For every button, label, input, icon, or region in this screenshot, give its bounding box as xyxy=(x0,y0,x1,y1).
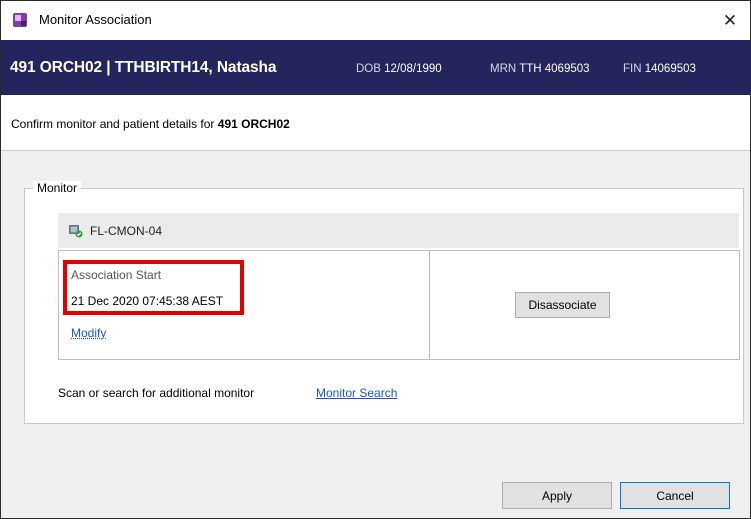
dob-info: DOB 12/08/1990 xyxy=(356,63,442,75)
close-icon: ✕ xyxy=(722,10,738,30)
monitor-name: FL-CMON-04 xyxy=(90,224,163,238)
dob-value: 12/08/1990 xyxy=(384,63,442,75)
confirm-text: Confirm monitor and patient details for … xyxy=(11,117,290,131)
modify-link[interactable]: Modify xyxy=(71,326,106,340)
scan-instruction: Scan or search for additional monitor xyxy=(58,386,255,400)
monitor-search-link[interactable]: Monitor Search xyxy=(316,386,397,400)
disassociate-button[interactable]: Disassociate xyxy=(515,292,610,318)
fin-label: FIN xyxy=(623,63,642,75)
mrn-info: MRN TTH 4069503 xyxy=(490,63,590,75)
confirm-location: 491 ORCH02 xyxy=(217,117,290,131)
patient-name: 491 ORCH02 | TTHBIRTH14, Natasha xyxy=(10,59,277,76)
apply-button[interactable]: Apply xyxy=(502,482,612,509)
monitor-group-legend: Monitor xyxy=(33,181,82,195)
mrn-label: MRN xyxy=(490,63,517,75)
dob-label: DOB xyxy=(356,63,381,75)
monitor-details-divider xyxy=(429,250,430,360)
confirm-prefix: Confirm monitor and patient details for xyxy=(11,117,215,131)
fin-info: FIN 14069503 xyxy=(623,63,696,75)
highlight-annotation xyxy=(63,260,244,315)
confirm-area: Confirm monitor and patient details for … xyxy=(1,95,750,151)
window-title: Monitor Association xyxy=(39,12,152,27)
fin-value: 14069503 xyxy=(644,63,696,75)
mrn-value: TTH 4069503 xyxy=(519,63,590,75)
monitor-device-icon xyxy=(69,225,83,238)
monitor-association-dialog: Monitor Association ✕ 491 ORCH02 | TTHBI… xyxy=(0,0,751,519)
close-button[interactable]: ✕ xyxy=(710,1,750,40)
app-icon xyxy=(13,13,27,27)
patient-banner: 491 ORCH02 | TTHBIRTH14, Natasha DOB 12/… xyxy=(1,40,750,95)
title-bar: Monitor Association ✕ xyxy=(1,1,750,40)
cancel-button[interactable]: Cancel xyxy=(620,482,730,509)
